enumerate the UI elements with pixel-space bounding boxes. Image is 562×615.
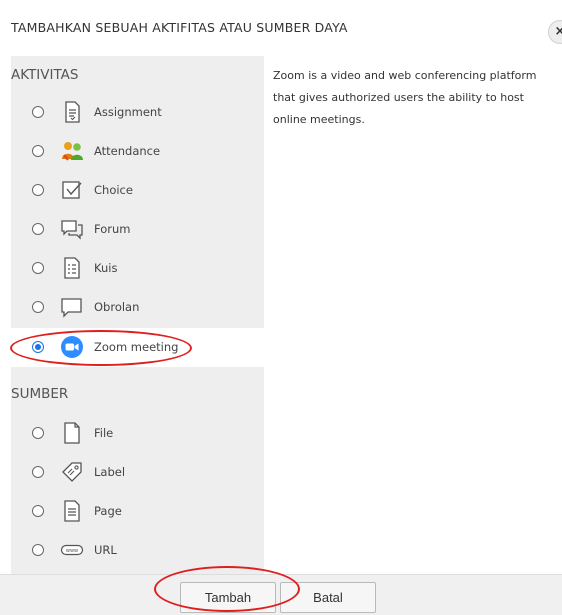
file-icon xyxy=(60,421,84,445)
svg-text:www: www xyxy=(66,548,78,554)
radio-chat[interactable] xyxy=(32,301,44,313)
option-label: Choice xyxy=(94,183,133,197)
label-icon xyxy=(60,460,84,484)
option-label: File xyxy=(94,426,114,440)
page-icon xyxy=(60,499,84,523)
option-assignment[interactable]: Assignment xyxy=(11,93,264,132)
option-label: Obrolan xyxy=(94,300,140,314)
quiz-icon xyxy=(60,256,84,280)
attendance-icon xyxy=(60,139,84,163)
option-label: Attendance xyxy=(94,144,161,158)
option-url[interactable]: www URL xyxy=(11,531,264,570)
option-label: Forum xyxy=(94,222,131,236)
section-heading-activities: AKTIVITAS xyxy=(11,67,79,83)
radio-attendance[interactable] xyxy=(32,145,44,157)
radio-page[interactable] xyxy=(32,505,44,517)
option-file[interactable]: File xyxy=(11,414,264,453)
add-button[interactable]: Tambah xyxy=(180,582,276,613)
radio-forum[interactable] xyxy=(32,223,44,235)
dialog-header: TAMBAHKAN SEBUAH AKTIFITAS ATAU SUMBER D… xyxy=(0,0,562,56)
option-page[interactable]: Page xyxy=(11,492,264,531)
add-activity-dialog: TAMBAHKAN SEBUAH AKTIFITAS ATAU SUMBER D… xyxy=(0,0,562,615)
dialog-footer: Tambah Batal xyxy=(0,574,562,615)
radio-choice[interactable] xyxy=(32,184,44,196)
option-label: Assignment xyxy=(94,105,162,119)
option-zoom-meeting[interactable]: Zoom meeting xyxy=(11,328,264,367)
radio-assignment[interactable] xyxy=(32,106,44,118)
option-chat[interactable]: Obrolan xyxy=(11,288,264,327)
option-label: Zoom meeting xyxy=(94,340,179,354)
option-label: Page xyxy=(94,504,122,518)
section-heading-resources: SUMBER xyxy=(11,386,69,402)
module-description: Zoom is a video and web conferencing pla… xyxy=(273,69,537,126)
radio-zoom-meeting[interactable] xyxy=(32,341,44,353)
option-label: Kuis xyxy=(94,261,118,275)
option-label: Label xyxy=(94,465,126,479)
forum-icon xyxy=(60,217,84,241)
option-choice[interactable]: Choice xyxy=(11,171,264,210)
radio-url[interactable] xyxy=(32,544,44,556)
option-quiz[interactable]: Kuis xyxy=(11,249,264,288)
option-attendance[interactable]: Attendance xyxy=(11,132,264,171)
zoom-icon xyxy=(60,335,84,359)
radio-file[interactable] xyxy=(32,427,44,439)
radio-label-resource[interactable] xyxy=(32,466,44,478)
url-icon: www xyxy=(60,538,84,562)
chat-icon xyxy=(60,295,84,319)
option-forum[interactable]: Forum xyxy=(11,210,264,249)
dialog-title: TAMBAHKAN SEBUAH AKTIFITAS ATAU SUMBER D… xyxy=(11,20,348,35)
option-label-resource[interactable]: Label xyxy=(11,453,264,492)
close-button[interactable]: × xyxy=(548,20,562,44)
radio-quiz[interactable] xyxy=(32,262,44,274)
cancel-button[interactable]: Batal xyxy=(280,582,376,613)
choice-icon xyxy=(60,178,84,202)
module-description-panel: Zoom is a video and web conferencing pla… xyxy=(264,56,562,574)
assignment-icon xyxy=(60,100,84,124)
option-label: URL xyxy=(94,543,117,557)
